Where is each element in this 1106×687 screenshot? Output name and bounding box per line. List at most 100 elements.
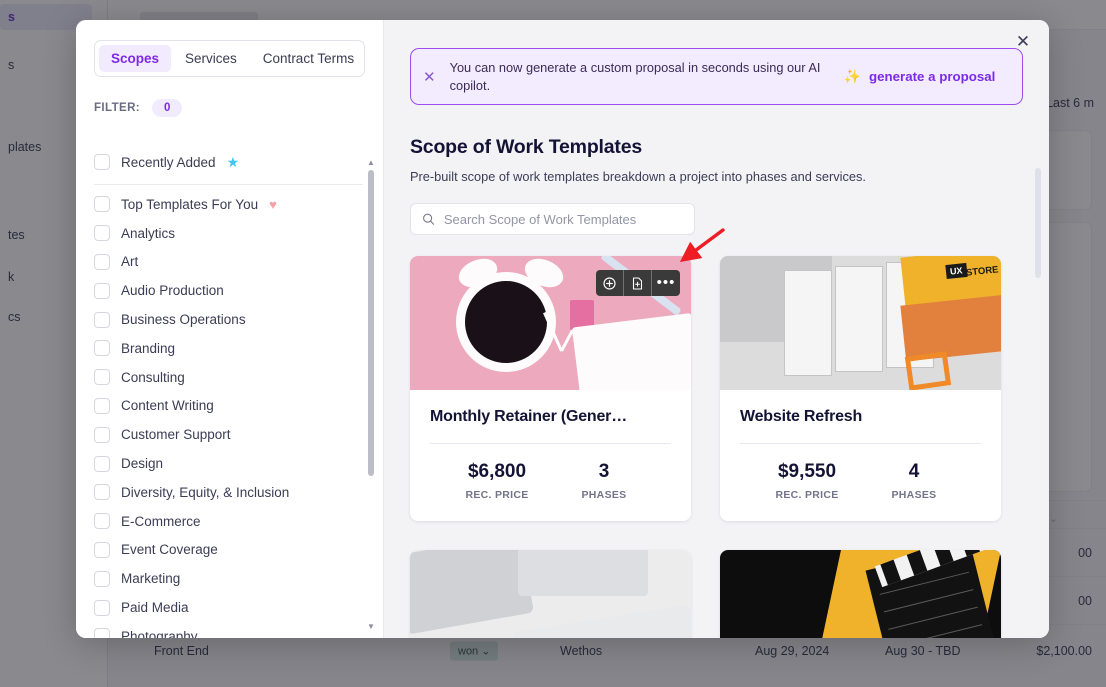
checkbox-marketing[interactable]: [94, 570, 110, 587]
templates-card-grid: ••• Monthly Retainer (Gener… $6,800 REC.…: [410, 256, 1023, 638]
scroll-down-arrow-icon[interactable]: ▼: [367, 622, 375, 632]
monitor: [518, 550, 648, 596]
checkbox-event-coverage[interactable]: [94, 541, 110, 558]
filter-item-analytics[interactable]: Analytics: [94, 219, 383, 248]
template-title-monthly-retainer: Monthly Retainer (Gener…: [430, 408, 628, 425]
checkbox-art[interactable]: [94, 253, 110, 270]
scroll-up-arrow-icon[interactable]: ▲: [367, 158, 375, 168]
clock-minute-hand: [543, 312, 563, 352]
template-phases-value-1: 3: [598, 461, 610, 482]
filter-item-design[interactable]: Design: [94, 449, 383, 478]
checkbox-paid-media[interactable]: [94, 599, 110, 616]
checkbox-business-operations[interactable]: [94, 311, 110, 328]
checkbox-audio-production[interactable]: [94, 282, 110, 299]
desk-calendar: [571, 313, 691, 390]
heart-icon: ♥: [269, 196, 277, 212]
filter-item-branding[interactable]: Branding: [94, 334, 383, 363]
template-card-4[interactable]: [720, 550, 1001, 638]
keyboard: [512, 604, 691, 638]
close-icon[interactable]: ✕: [1011, 30, 1035, 54]
filter-label-recently-added: Recently Added: [121, 154, 216, 170]
filter-item-audio-production[interactable]: Audio Production: [94, 276, 383, 305]
filter-item-diversity-equity-inclusion[interactable]: Diversity, Equity, & Inclusion: [94, 478, 383, 507]
page-title: Scope of Work Templates: [410, 136, 642, 158]
template-phases-stat-1: 3 PHASES: [556, 461, 652, 501]
modal-tab-group: Scopes Services Contract Terms: [94, 40, 365, 77]
filter-label-marketing: Marketing: [121, 571, 181, 587]
more-options-icon[interactable]: •••: [652, 270, 680, 296]
search-input[interactable]: [443, 211, 683, 227]
filter-item-business-operations[interactable]: Business Operations: [94, 305, 383, 334]
template-card-body-2: Website Refresh $9,550 REC. PRICE 4 PHAS…: [720, 390, 1001, 521]
filter-label-diversity-equity-inclusion: Diversity, Equity, & Inclusion: [121, 484, 290, 500]
filter-item-content-writing[interactable]: Content Writing: [94, 392, 383, 421]
template-price-label-1: REC. PRICE: [465, 489, 529, 501]
checkbox-content-writing[interactable]: [94, 397, 110, 414]
filter-item-consulting[interactable]: Consulting: [94, 363, 383, 392]
tab-scopes[interactable]: Scopes: [99, 45, 172, 72]
checkbox-design[interactable]: [94, 455, 110, 472]
scope-of-work-templates-modal: Scopes Services Contract Terms FILTER: 0…: [76, 20, 1049, 638]
tab-contract-terms[interactable]: Contract Terms: [251, 45, 366, 72]
filter-label-branding: Branding: [121, 340, 176, 356]
filter-item-art[interactable]: Art: [94, 248, 383, 277]
template-thumbnail-website-refresh: UX STORE: [720, 256, 1001, 390]
promo-close-icon[interactable]: ✕: [423, 68, 436, 86]
checkbox-branding[interactable]: [94, 340, 110, 357]
modal-content-panel: ✕ ✕ You can now generate a custom propos…: [384, 20, 1049, 638]
template-title-website-refresh: Website Refresh: [740, 408, 863, 425]
filter-item-top-templates[interactable]: Top Templates For You ♥: [94, 190, 383, 219]
ux-store-box-bottom: [900, 294, 1001, 362]
filter-item-photography[interactable]: Photography: [94, 622, 383, 638]
templates-scrollbar[interactable]: [1035, 168, 1041, 630]
search-icon: [423, 213, 435, 225]
add-to-project-icon[interactable]: [596, 270, 624, 296]
template-thumbnail-monthly-retainer: •••: [410, 256, 691, 390]
star-icon: ★: [226, 153, 240, 170]
checkbox-top-templates[interactable]: [94, 196, 110, 213]
filter-label-top-templates: Top Templates For You: [121, 196, 259, 212]
filter-label-consulting: Consulting: [121, 369, 185, 385]
templates-scrollbar-thumb[interactable]: [1035, 168, 1041, 278]
filter-label-e-commerce: E-Commerce: [121, 513, 201, 529]
filter-item-e-commerce[interactable]: E-Commerce: [94, 507, 383, 536]
checkbox-diversity-equity-inclusion[interactable]: [94, 484, 110, 501]
filter-list-scrollbar[interactable]: ▲ ▼: [367, 146, 375, 632]
clock-face: [456, 272, 575, 372]
template-stats-1: $6,800 REC. PRICE 3 PHASES: [430, 461, 671, 501]
ai-copilot-promo-banner: ✕ You can now generate a custom proposal…: [410, 48, 1023, 105]
template-phases-value-2: 4: [908, 461, 920, 482]
template-card-actions: •••: [596, 270, 680, 296]
filter-label-event-coverage: Event Coverage: [121, 542, 218, 558]
checkbox-analytics[interactable]: [94, 225, 110, 242]
filter-header: FILTER: 0: [94, 99, 365, 117]
template-card-website-refresh[interactable]: UX STORE Website Refresh $9,550 REC. PRI…: [720, 256, 1001, 521]
filter-item-recently-added[interactable]: Recently Added ★: [94, 145, 383, 179]
filter-divider: [94, 184, 363, 185]
filter-item-paid-media[interactable]: Paid Media: [94, 593, 383, 622]
filter-item-event-coverage[interactable]: Event Coverage: [94, 536, 383, 565]
ux-logo-mark: UX: [945, 262, 968, 280]
filter-item-marketing[interactable]: Marketing: [94, 564, 383, 593]
filter-scrollbar-thumb[interactable]: [368, 170, 374, 476]
search-templates-box[interactable]: [410, 203, 695, 235]
filter-item-customer-support[interactable]: Customer Support: [94, 420, 383, 449]
tab-services[interactable]: Services: [173, 45, 249, 72]
filter-list-scroll-area[interactable]: Recently Added ★ Top Templates For You ♥…: [76, 145, 383, 638]
template-card-monthly-retainer[interactable]: ••• Monthly Retainer (Gener… $6,800 REC.…: [410, 256, 691, 521]
checkbox-consulting[interactable]: [94, 369, 110, 386]
promo-message: You can now generate a custom proposal i…: [449, 60, 821, 93]
checkbox-photography[interactable]: [94, 628, 110, 638]
template-stats-2: $9,550 REC. PRICE 4 PHASES: [740, 461, 981, 501]
filter-label-audio-production: Audio Production: [121, 283, 224, 299]
template-card-3[interactable]: [410, 550, 691, 638]
orange-frame: [904, 351, 952, 390]
templates-scroll-area[interactable]: Scope of Work Templates Pre-built scope …: [384, 116, 1049, 638]
checkbox-recently-added[interactable]: [94, 154, 110, 170]
template-price-stat-1: $6,800 REC. PRICE: [438, 461, 556, 501]
duplicate-template-icon[interactable]: [624, 270, 652, 296]
checkbox-e-commerce[interactable]: [94, 513, 110, 530]
modal-filter-panel: Scopes Services Contract Terms FILTER: 0…: [76, 20, 384, 638]
generate-a-proposal-button[interactable]: ✨ generate a proposal: [844, 68, 996, 85]
checkbox-customer-support[interactable]: [94, 426, 110, 443]
